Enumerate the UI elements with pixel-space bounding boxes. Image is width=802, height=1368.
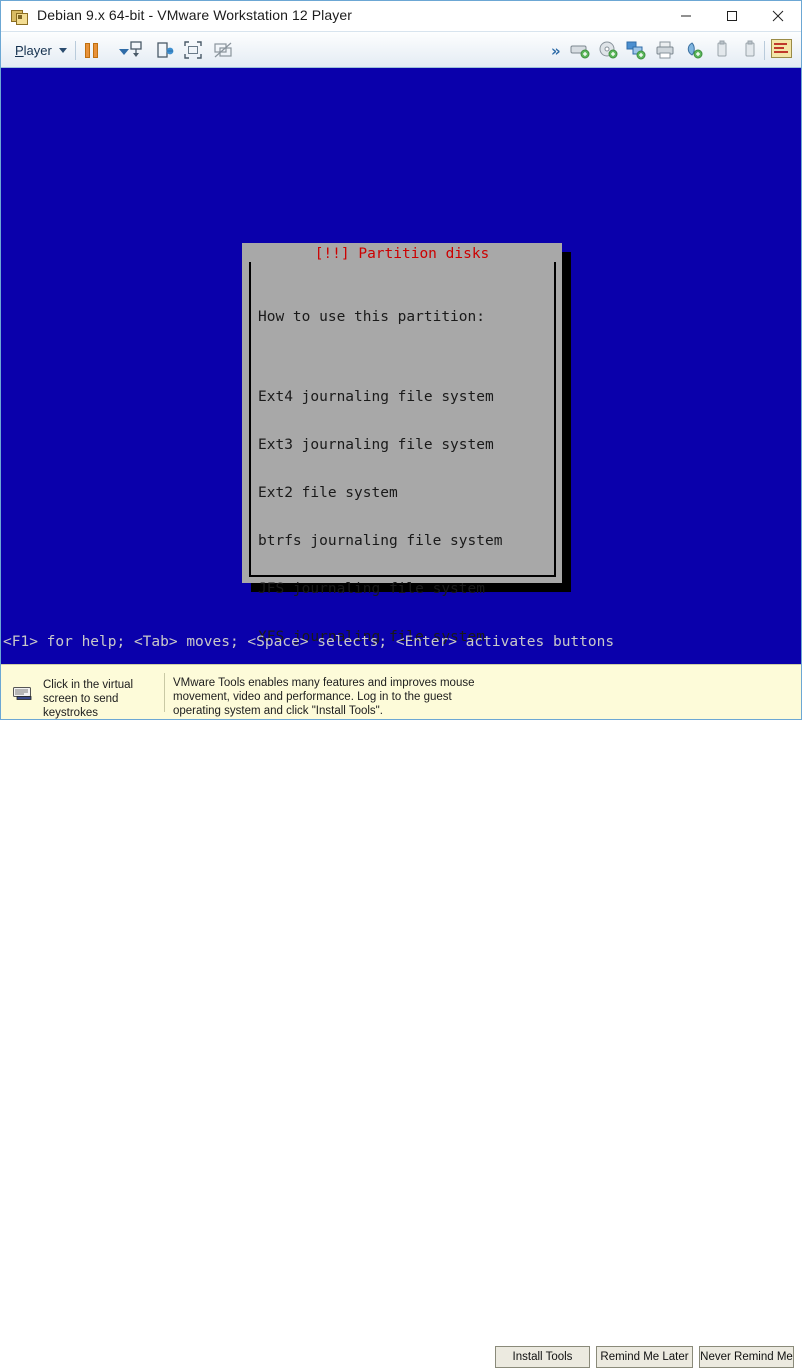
notification-hint: Click in the virtual screen to send keys… <box>43 679 134 719</box>
usb-device-2-icon[interactable] <box>739 39 761 61</box>
option-item[interactable]: JFS journaling file system <box>258 581 552 597</box>
maximize-button[interactable] <box>709 1 755 31</box>
keyboard-icon <box>13 685 37 700</box>
notification-message: VMware Tools enables many features and i… <box>173 677 475 717</box>
pause-button[interactable] <box>85 43 98 58</box>
option-item[interactable]: Ext3 journaling file system <box>258 437 552 453</box>
vmware-player-window: Debian 9.x 64-bit - VMware Workstation 1… <box>0 0 802 1368</box>
toolbar-separator-right <box>764 41 765 60</box>
expand-toolbar-chevron-icon[interactable]: » <box>551 42 561 60</box>
player-accel-letter: P <box>15 43 24 58</box>
toolbar: Player » <box>1 32 801 68</box>
message-log-icon[interactable] <box>771 39 792 58</box>
dialog-title: [!!] Partition disks <box>242 246 562 262</box>
option-item[interactable]: btrfs journaling file system <box>258 533 552 549</box>
remind-me-later-button[interactable]: Remind Me Later <box>596 1346 693 1368</box>
keyboard-help-line: <F1> for help; <Tab> moves; <Space> sele… <box>3 634 615 650</box>
player-label-rest: layer <box>23 43 52 58</box>
title-bar: Debian 9.x 64-bit - VMware Workstation 1… <box>1 1 801 32</box>
cd-dvd-icon[interactable] <box>597 39 619 61</box>
virtual-machine-screen[interactable]: [!!] Partition disks How to use this par… <box>1 68 801 664</box>
partition-disks-dialog: [!!] Partition disks How to use this par… <box>242 243 562 645</box>
dialog-body: How to use this partition: Ext4 journali… <box>258 277 552 664</box>
vmware-tools-notification-bar: Click in the virtual screen to send keys… <box>1 664 801 1368</box>
toolbar-separator <box>75 41 76 60</box>
notification-divider <box>164 673 165 712</box>
multiple-monitors-icon[interactable] <box>212 39 234 61</box>
option-item[interactable]: Ext2 file system <box>258 485 552 501</box>
printer-icon[interactable] <box>654 39 676 61</box>
sound-card-icon[interactable] <box>682 39 704 61</box>
player-menu-button[interactable]: Player <box>11 40 71 61</box>
chevron-down-icon <box>58 48 67 53</box>
minimize-button[interactable] <box>663 1 709 31</box>
dialog-prompt: How to use this partition: <box>258 309 485 325</box>
send-ctrl-alt-del-icon[interactable] <box>154 39 176 61</box>
usb-device-1-icon[interactable] <box>711 39 733 61</box>
window-title: Debian 9.x 64-bit - VMware Workstation 1… <box>37 7 353 23</box>
vmware-vm-icon <box>11 8 28 25</box>
full-screen-icon[interactable] <box>182 39 204 61</box>
install-tools-button[interactable]: Install Tools <box>495 1346 590 1368</box>
never-remind-me-button[interactable]: Never Remind Me <box>699 1346 794 1368</box>
option-item[interactable]: Ext4 journaling file system <box>258 389 552 405</box>
network-adapter-icon[interactable] <box>625 39 647 61</box>
hard-disk-icon[interactable] <box>569 39 591 61</box>
dialog-title-text: [!!] Partition disks <box>307 246 497 262</box>
unity-mode-icon[interactable] <box>125 39 147 61</box>
close-button[interactable] <box>755 1 801 31</box>
